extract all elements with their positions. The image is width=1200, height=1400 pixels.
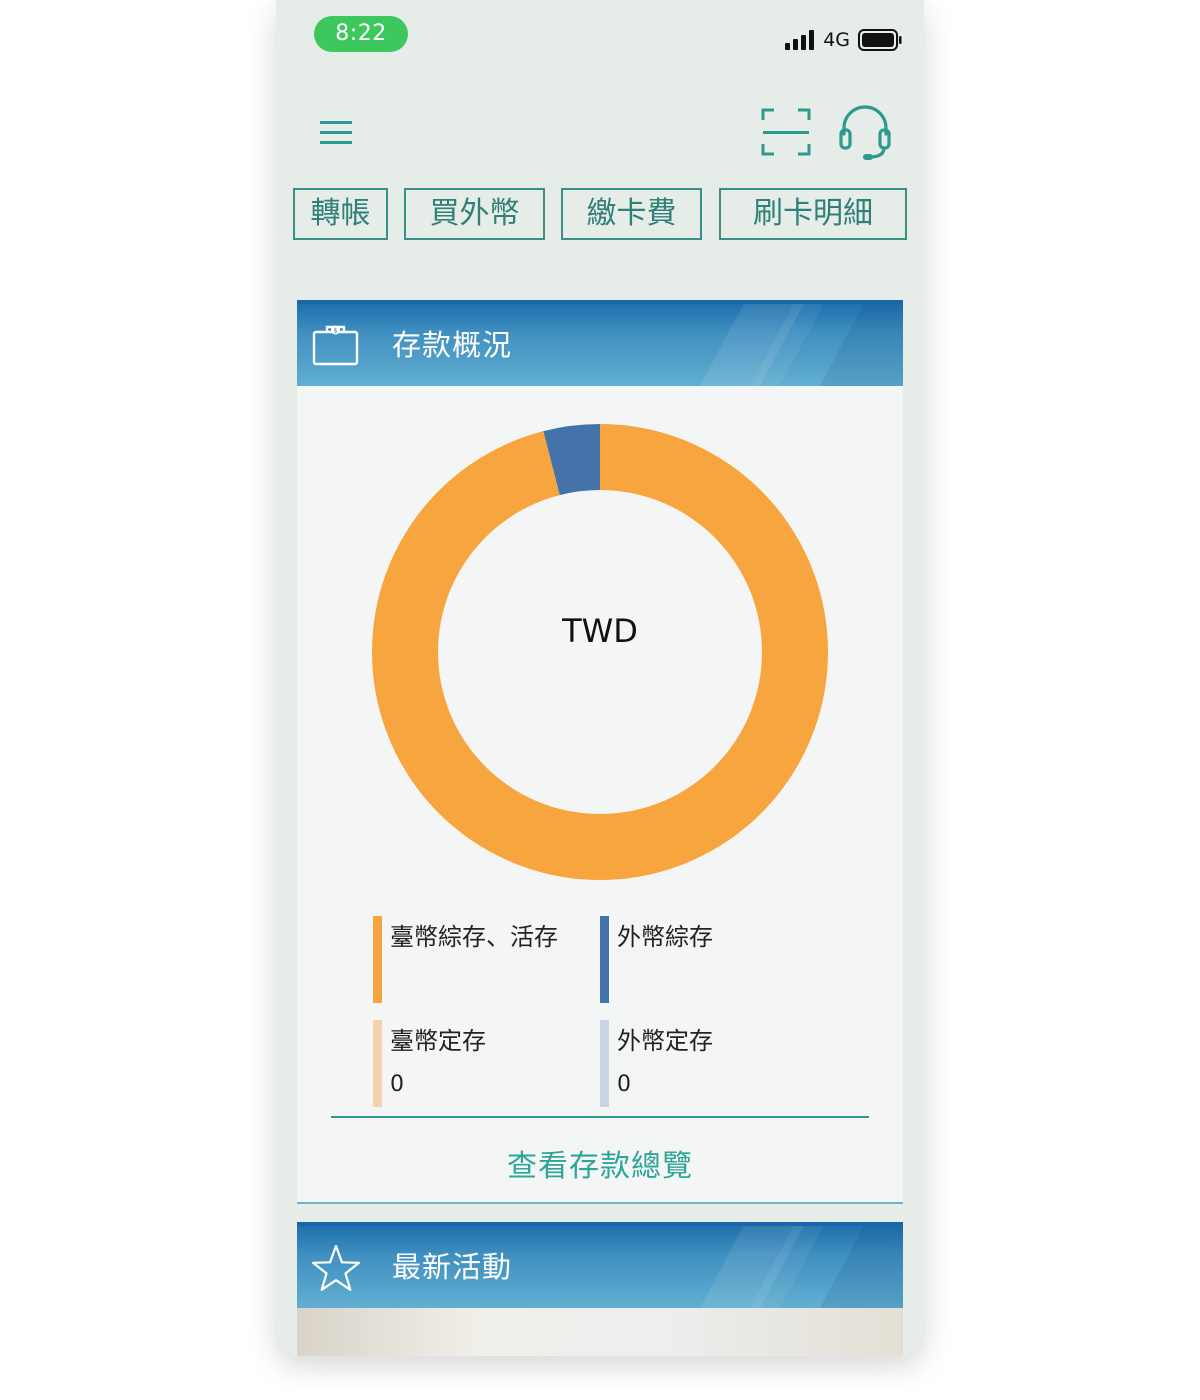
legend-value: 0	[617, 1072, 631, 1097]
quick-action-pay-card[interactable]: 繳卡費	[561, 188, 702, 240]
legend-twd-time: 臺幣定存 0	[373, 1020, 573, 1107]
divider	[331, 1116, 869, 1118]
deposit-card-header-wrap: $ 存款概況	[297, 300, 903, 386]
activity-card-title: 最新活動	[392, 1250, 513, 1284]
quick-action-card-statement[interactable]: 刷卡明細	[719, 188, 907, 240]
phone-screen: 8:22 4G 轉帳 買外幣 繳卡費 刷卡明細 $ 存款概況 TWD 臺幣綜存、…	[276, 0, 924, 1356]
legend-value: 0	[390, 1072, 404, 1097]
headset-support-icon[interactable]	[836, 104, 894, 162]
activity-card-header: 最新活動	[297, 1222, 903, 1308]
scan-qr-icon[interactable]	[760, 106, 812, 158]
hamburger-menu-icon[interactable]	[316, 114, 356, 150]
deposit-donut-chart: TWD	[372, 424, 828, 880]
legend-swatch	[600, 1020, 609, 1107]
deposit-card-header: $ 存款概況	[297, 300, 903, 386]
quick-action-transfer[interactable]: 轉帳	[293, 188, 388, 240]
legend-swatch	[373, 1020, 382, 1107]
activity-card-header-wrap: 最新活動	[297, 1222, 903, 1308]
legend-twd-current: 臺幣綜存、活存	[373, 916, 573, 1003]
legend-swatch	[373, 916, 382, 1003]
battery-icon	[858, 29, 902, 51]
legend-label: 外幣綜存	[617, 923, 713, 951]
legend-label: 臺幣定存	[390, 1027, 486, 1055]
legend-label: 臺幣綜存、活存	[390, 923, 558, 951]
legend-swatch	[600, 916, 609, 1003]
view-deposit-overview-link[interactable]: 查看存款總覽	[297, 1141, 903, 1185]
status-time: 8:22	[314, 16, 408, 52]
deposit-card-body: TWD 臺幣綜存、活存 外幣綜存 臺幣定存 0 外幣定存 0 查看存款總覽	[297, 386, 903, 1204]
legend-foreign-time: 外幣定存 0	[600, 1020, 800, 1107]
status-indicators: 4G	[785, 26, 902, 54]
signal-bars-icon	[785, 30, 815, 50]
legend-foreign-current: 外幣綜存	[600, 916, 800, 1003]
star-icon	[311, 1244, 361, 1291]
donut-center-label: TWD	[561, 612, 638, 650]
donut-slice-0	[372, 424, 828, 880]
briefcase-money-icon: $	[312, 325, 359, 366]
quick-action-buy-forex[interactable]: 買外幣	[404, 188, 545, 240]
deposit-card-title: 存款概況	[392, 328, 513, 362]
activity-banner-image[interactable]	[297, 1308, 903, 1356]
legend-label: 外幣定存	[617, 1027, 713, 1055]
svg-text:$: $	[334, 328, 338, 335]
network-type: 4G	[823, 29, 850, 51]
